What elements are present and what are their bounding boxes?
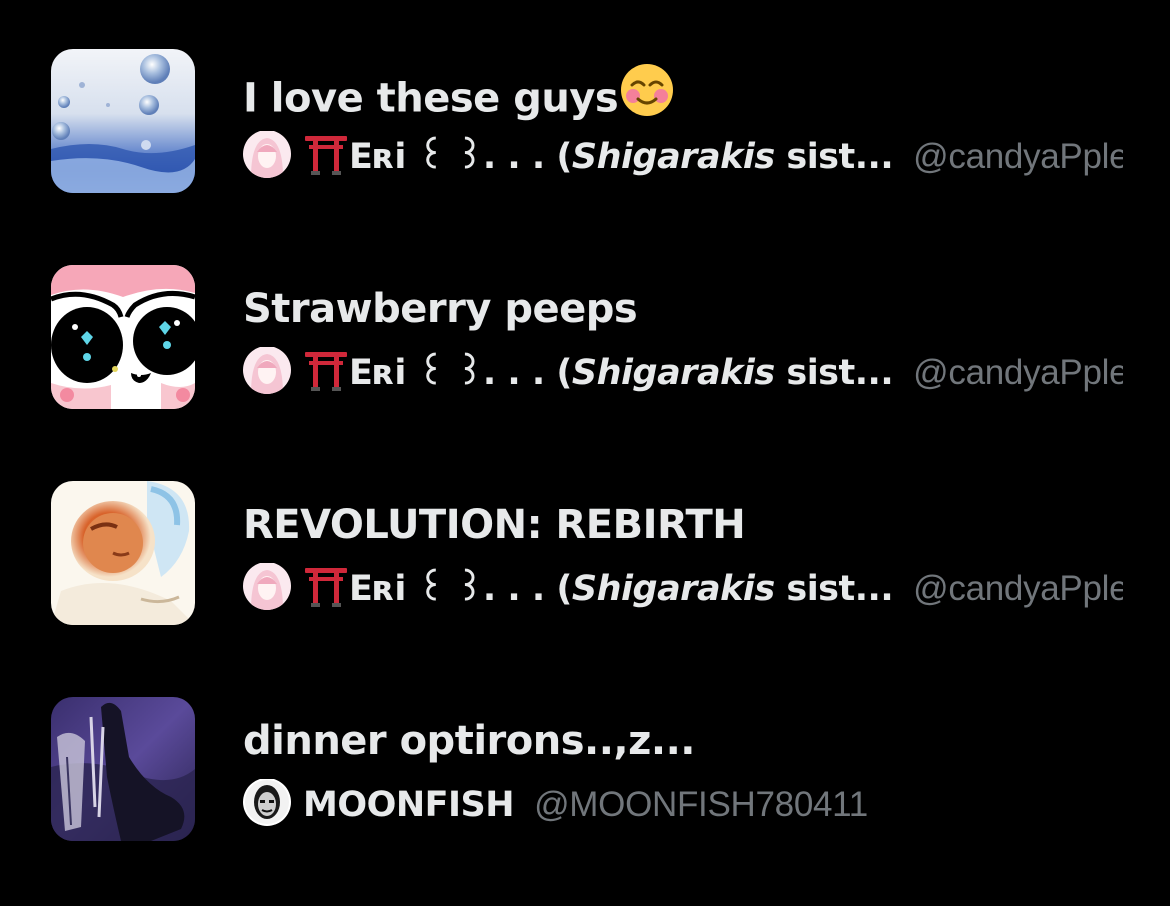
pink-anime-girl-avatar bbox=[243, 347, 291, 394]
bw-face-avatar bbox=[243, 779, 291, 826]
lists-list: I love these guys Eʀi ꒰ ꒱. . . (Shigarak… bbox=[0, 0, 1170, 906]
owner-handle: @candyaPple... bbox=[913, 352, 1123, 392]
owner-name-suffix: sist... bbox=[774, 352, 894, 393]
owner-name: MOONFISH bbox=[303, 784, 515, 825]
cartoon-eyes-image bbox=[51, 265, 195, 409]
list-owner[interactable]: Eʀi ꒰ ꒱. . . (Shigarakis sist... @candyaP… bbox=[243, 347, 1123, 397]
owner-handle: @candyaPple... bbox=[913, 136, 1123, 176]
list-item[interactable]: REVOLUTION: REBIRTH Eʀi ꒰ ꒱. . . (Shigar… bbox=[0, 481, 1170, 661]
owner-name-suffix: sist... bbox=[774, 568, 894, 609]
list-title: REVOLUTION: REBIRTH bbox=[243, 499, 746, 551]
list-title: dinner optirons..,z... bbox=[243, 715, 695, 767]
owner-name: Eʀi ꒰ ꒱. . . (Shigarakis sist... bbox=[349, 564, 894, 614]
list-thumbnail bbox=[51, 697, 195, 841]
list-title-text: Strawberry peeps bbox=[243, 286, 638, 332]
torii-gate-icon bbox=[303, 565, 349, 607]
list-title: Strawberry peeps bbox=[243, 283, 638, 335]
list-owner[interactable]: Eʀi ꒰ ꒱. . . (Shigarakis sist... @candyaP… bbox=[243, 563, 1123, 613]
list-item[interactable]: I love these guys Eʀi ꒰ ꒱. . . (Shigarak… bbox=[0, 49, 1170, 229]
pink-anime-girl-avatar bbox=[243, 563, 291, 610]
list-item[interactable]: dinner optirons..,z... MOONFISH @MOONFISH… bbox=[0, 697, 1170, 877]
owner-name-prefix: Eʀi ꒰ ꒱. . . ( bbox=[349, 136, 572, 177]
owner-handle: @candyaPple... bbox=[913, 568, 1123, 608]
list-thumbnail bbox=[51, 265, 195, 409]
list-owner[interactable]: MOONFISH @MOONFISH780411 bbox=[243, 779, 1123, 829]
list-title-text: I love these guys bbox=[243, 75, 619, 122]
blurry-face-image bbox=[51, 481, 195, 625]
dark-purple-anime-image bbox=[51, 697, 195, 841]
list-title-text: REVOLUTION: REBIRTH bbox=[243, 502, 746, 548]
water-bubbles-image bbox=[51, 49, 195, 193]
torii-gate-icon bbox=[303, 349, 349, 391]
torii-gate-icon bbox=[303, 133, 349, 175]
list-title: I love these guys bbox=[243, 64, 674, 122]
owner-name-italic: Shigarakis bbox=[571, 136, 775, 177]
owner-name: Eʀi ꒰ ꒱. . . (Shigarakis sist... bbox=[349, 132, 894, 182]
smiling-face-emoji-icon bbox=[620, 63, 674, 130]
owner-handle: @MOONFISH780411 bbox=[534, 784, 868, 824]
owner-name-italic: Shigarakis bbox=[571, 352, 775, 393]
pink-anime-girl-avatar bbox=[243, 131, 291, 178]
list-item[interactable]: Strawberry peeps Eʀi ꒰ ꒱. . . (Shigaraki… bbox=[0, 265, 1170, 445]
list-thumbnail bbox=[51, 481, 195, 625]
list-thumbnail bbox=[51, 49, 195, 193]
owner-name: Eʀi ꒰ ꒱. . . (Shigarakis sist... bbox=[349, 348, 894, 398]
owner-name-prefix: Eʀi ꒰ ꒱. . . ( bbox=[349, 352, 572, 393]
list-title-text: dinner optirons..,z... bbox=[243, 718, 695, 764]
owner-name-prefix: Eʀi ꒰ ꒱. . . ( bbox=[349, 568, 572, 609]
owner-name-suffix: sist... bbox=[774, 136, 894, 177]
owner-name-italic: Shigarakis bbox=[571, 568, 775, 609]
list-owner[interactable]: Eʀi ꒰ ꒱. . . (Shigarakis sist... @candyaP… bbox=[243, 131, 1123, 181]
